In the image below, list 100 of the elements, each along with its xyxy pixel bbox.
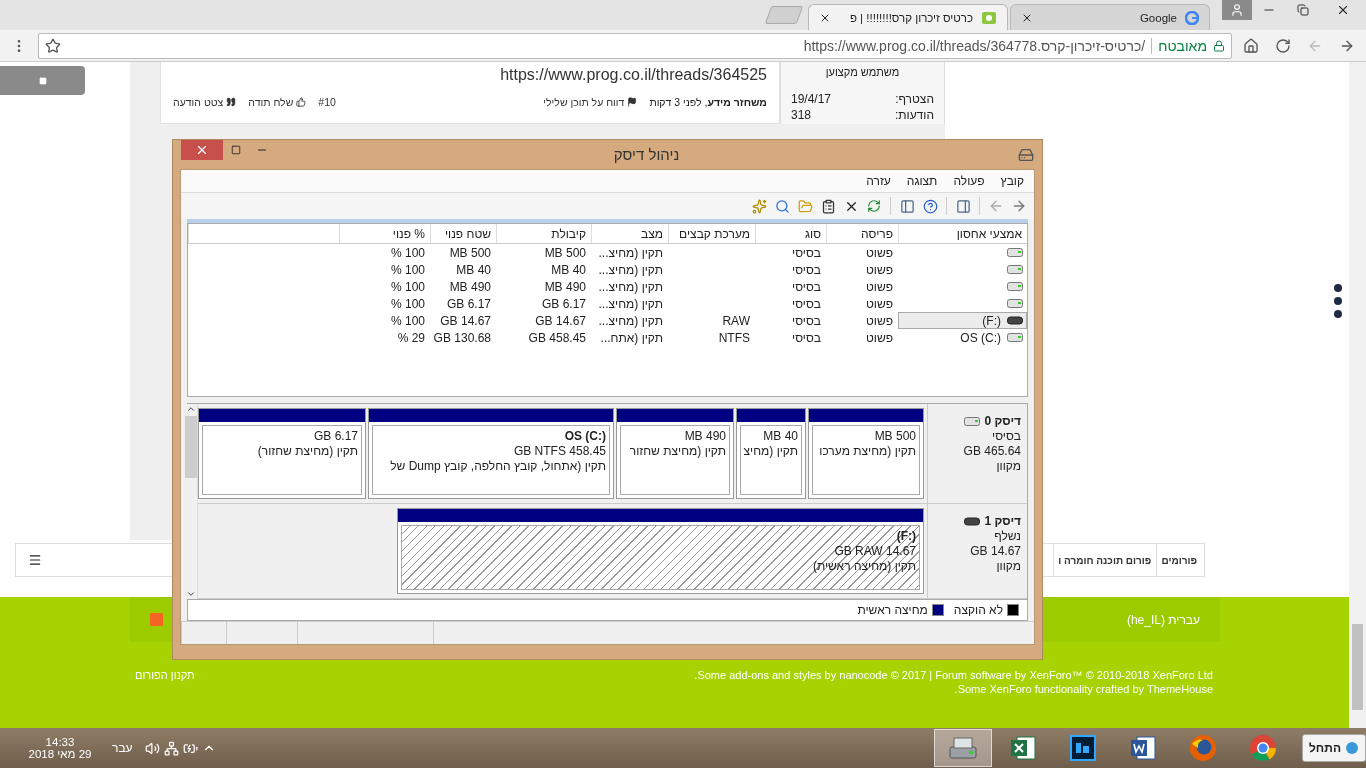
taskbar-app-button[interactable] (934, 729, 992, 767)
thumbs-up-icon (296, 97, 307, 107)
breadcrumb-link[interactable]: פורומים (1156, 544, 1202, 576)
address-bar[interactable]: https://www.prog.co.il/threads/כרטיס-זיכרון-קרס.364778/ מאובטח (38, 32, 1232, 59)
language-indicator[interactable]: עבר (112, 741, 133, 755)
table-cell-text: 490 MB (448, 278, 492, 295)
column-header[interactable]: סוג (755, 224, 826, 244)
app-icon (1189, 734, 1217, 762)
profile-button[interactable] (1222, 0, 1252, 20)
table-cell-text: תקין (מחיצ... (597, 278, 664, 295)
table-cell-text: 29 % (396, 329, 426, 346)
close-button[interactable] (181, 140, 223, 160)
column-header[interactable]: פריסה (826, 224, 898, 244)
table-cell-text: בסיסי (791, 261, 822, 278)
post-number-link[interactable]: #10 (318, 96, 336, 108)
lock-icon (1213, 39, 1225, 52)
table-cell-text: 100 % (389, 295, 426, 312)
table-cell-text: בסיסי (791, 329, 822, 346)
restore-icon (1297, 4, 1309, 16)
table-cell-text: 40 MB (455, 261, 492, 278)
menu-item[interactable]: תצוגה (906, 174, 938, 188)
close-icon (1336, 3, 1350, 17)
maximize-icon (231, 145, 241, 155)
console-tree-button[interactable] (954, 197, 972, 215)
table-cell-text: 14.67 GB (439, 312, 492, 329)
table-cell-text: 100 % (389, 312, 426, 329)
network-icon[interactable] (163, 740, 179, 756)
drive-icon (964, 517, 981, 527)
table-cell-text: פשוט (864, 295, 894, 312)
volume-name: OS (C:) (959, 330, 1002, 345)
app-icon (1009, 734, 1037, 762)
page-scrollbar[interactable] (1349, 62, 1366, 728)
disk-name: דיסק 1 (984, 514, 1021, 530)
app-icon (1249, 734, 1277, 762)
table-cell-text: 6.17 GB (445, 295, 492, 312)
folder-icon (797, 198, 813, 214)
report-link[interactable]: דווח על תוכן שלילי (543, 96, 638, 108)
volume-name-cell[interactable]: OS (C:) (898, 329, 1027, 346)
bookmark-star-icon[interactable] (45, 37, 61, 54)
column-header[interactable]: שטח פנוי (430, 224, 496, 244)
app-icon (948, 735, 978, 761)
wizard-button[interactable] (750, 197, 768, 215)
thanks-link[interactable]: שלח תודה (248, 96, 307, 108)
menu-item[interactable]: קובץ (1000, 174, 1024, 188)
table-cell-text: תקין (מחיצ... (597, 261, 664, 278)
menu-icon[interactable] (28, 553, 42, 567)
table-cell-text: בסיסי (791, 295, 822, 312)
table-cell-text: תקין (מחיצ... (597, 295, 664, 312)
disk-type: בסיסי (991, 429, 1021, 444)
column-header[interactable]: % פנוי (339, 224, 430, 244)
drive-icon (1007, 299, 1023, 308)
post-link[interactable]: https://www.prog.co.il/threads/364525 (173, 66, 767, 84)
column-header[interactable]: מצב (591, 224, 668, 244)
help-button[interactable] (921, 197, 939, 215)
partition-stripe (737, 409, 805, 422)
table-cell-text: 500 MB (448, 244, 492, 261)
app-icon (1070, 735, 1096, 761)
panel-icon (38, 76, 47, 85)
browser-tab[interactable]: Google (1010, 4, 1210, 30)
column-header[interactable]: קיבולת (496, 224, 591, 244)
scroll-up-icon (186, 404, 196, 414)
legend-label: לא הוקצה (953, 603, 1003, 617)
browser-tab[interactable]: כרטיס זיכרון קרס!!!!!!!! | פ (808, 4, 1008, 30)
table-cell-text: תקין (מחיצ... (597, 312, 664, 329)
action-pane-button[interactable] (898, 197, 916, 215)
refresh-icon (867, 199, 881, 213)
credit-text: Some XenForo functionality crafted by ThemeHouse. (954, 682, 1213, 696)
start-button[interactable]: התחל (1302, 734, 1366, 762)
table-cell-text: בסיסי (791, 312, 822, 329)
tab-favicon-icon (981, 10, 997, 25)
table-cell-text: פשוט (864, 244, 894, 261)
quote-icon (226, 97, 237, 107)
refresh-button[interactable] (865, 197, 883, 215)
table-cell-text: 458.45 GB (527, 329, 587, 346)
dots-icon[interactable] (1333, 283, 1343, 319)
volume-name-cell[interactable]: (F:) (898, 312, 1027, 329)
column-header[interactable]: מערכת קבצים (668, 224, 755, 244)
help-icon (922, 198, 938, 214)
time-text: 14:33 (45, 736, 75, 748)
window-title: ניהול דיסק (612, 146, 681, 163)
open-button[interactable] (796, 197, 814, 215)
table-cell-text: תקין (מחיצ... (597, 244, 664, 261)
search-icon (774, 198, 790, 214)
volume-icon[interactable] (144, 740, 160, 756)
flag-icon (627, 97, 638, 107)
quote-link[interactable]: צטט הודעה (173, 96, 237, 108)
disk-name: דיסק 0 (984, 414, 1021, 429)
scroll-down-icon (186, 589, 196, 599)
reload-icon (1275, 37, 1291, 54)
vertical-scrollbar[interactable] (185, 404, 198, 599)
table-cell-text: NTFS (717, 329, 751, 346)
breadcrumb-link[interactable]: פורום תוכנה חומרה ו (1053, 544, 1157, 576)
table-cell-text: 6.17 GB (540, 295, 587, 312)
column-header[interactable]: אמצעי אחסון (898, 224, 1027, 244)
menu-item[interactable]: עזרה (866, 174, 891, 188)
table-cell-text: 490 MB (543, 278, 587, 295)
field-value: 19/4/17 (791, 92, 832, 106)
explore-button[interactable] (773, 197, 791, 215)
field-label: הצטרף: (895, 92, 934, 106)
menu-item[interactable]: פעולה (953, 174, 985, 188)
